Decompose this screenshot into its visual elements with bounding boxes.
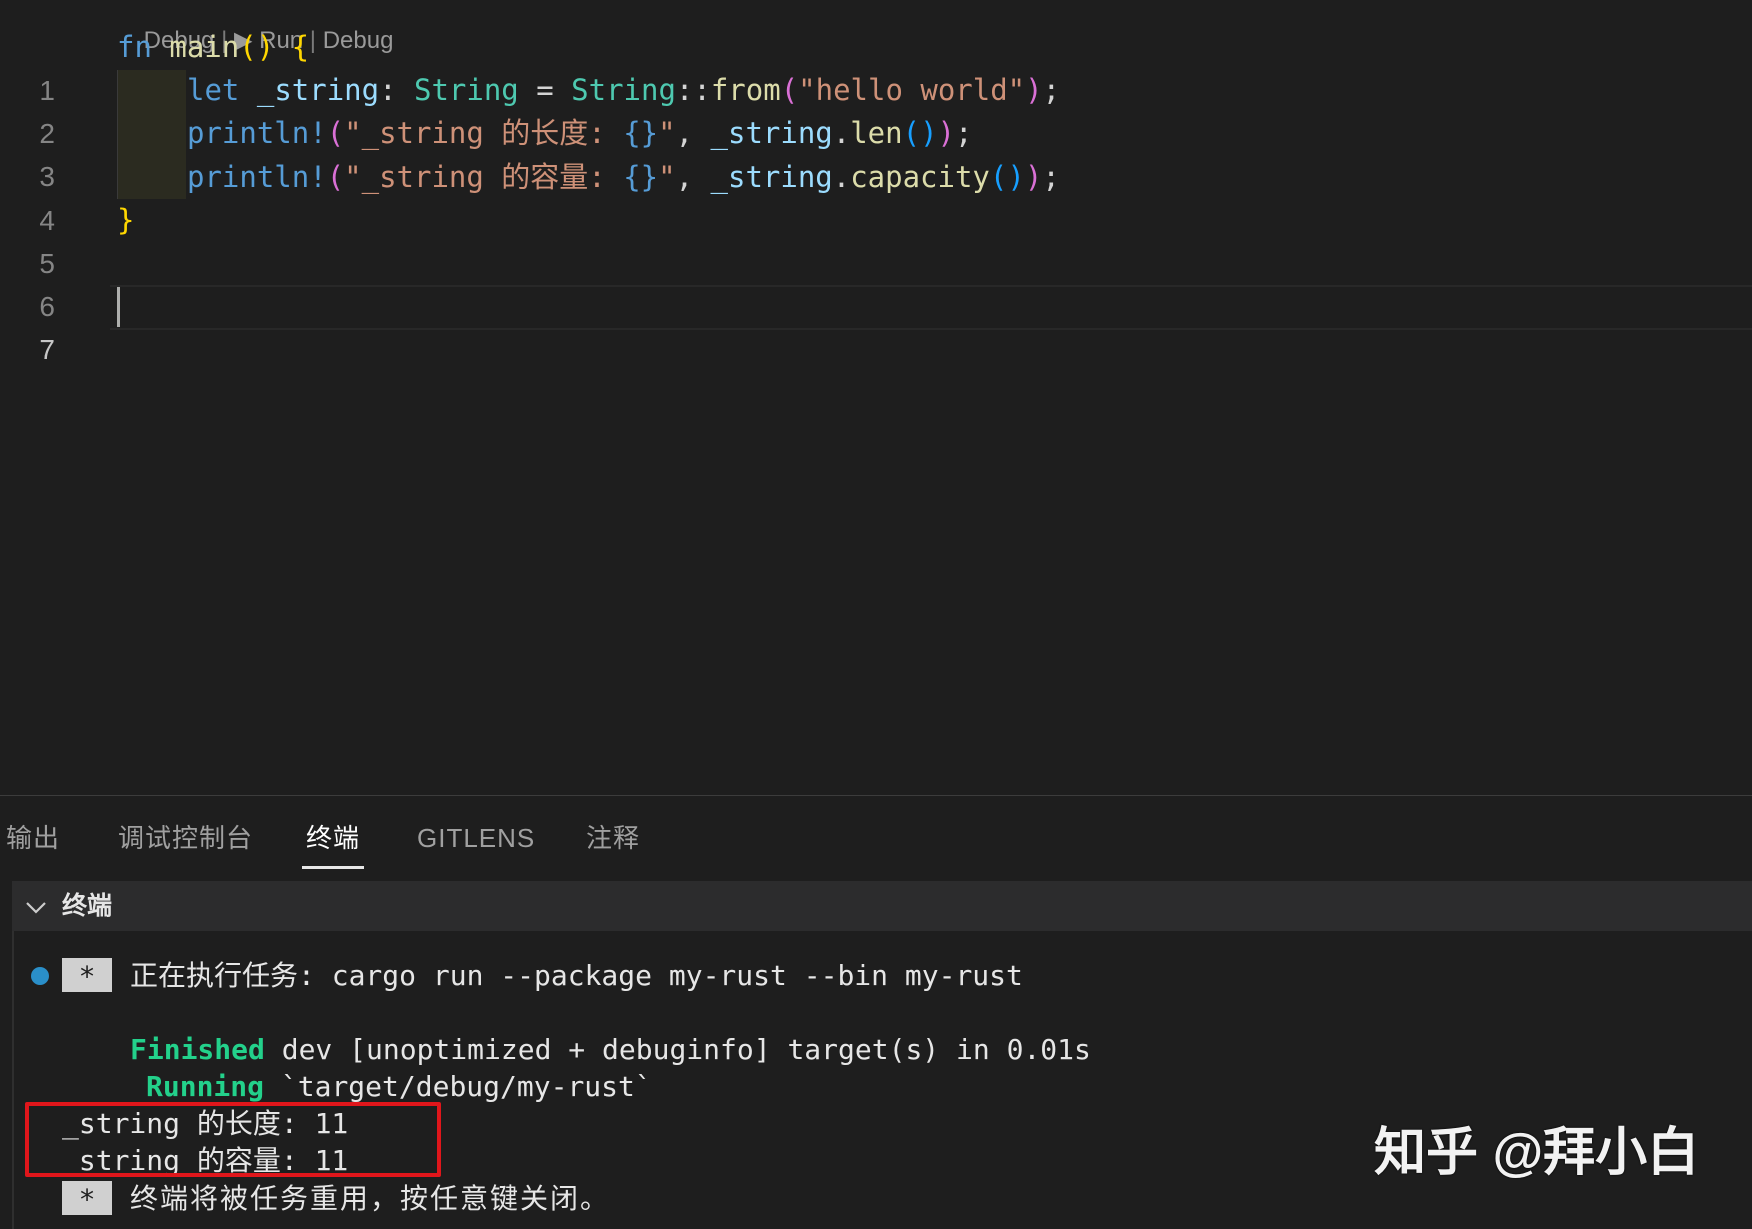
variable-token: _string: [256, 73, 380, 107]
terminal-task-line: 正在执行任务: cargo run --package my-rust --bi…: [130, 958, 1023, 994]
code-line-6[interactable]: 6: [0, 242, 1752, 322]
string-token: "_string 的容量:: [344, 160, 624, 194]
watermark-text: 知乎 @拜小白: [1374, 1124, 1700, 1182]
macro-token: println!: [187, 160, 327, 194]
bracket-token: ): [1025, 73, 1043, 107]
task-star-badge: *: [62, 958, 112, 993]
punct-token: ;: [1042, 160, 1060, 194]
code-line-2[interactable]: 2 let _string: String = String::from("he…: [0, 69, 1752, 149]
code-text[interactable]: }: [117, 199, 134, 242]
terminal-reuse-line: 终端将被任务重用，按任意键关闭。: [130, 1182, 611, 1215]
punct-token: ;: [955, 116, 973, 150]
bracket-token: (: [902, 116, 921, 150]
code-line-4[interactable]: 4 println!("_string 的容量: {}", _string.ca…: [0, 156, 1752, 236]
variable-token: _string: [710, 160, 833, 194]
macro-token: println!: [187, 116, 327, 150]
panel-tabs: 输出 调试控制台 终端 GITLENS 注释: [0, 796, 1752, 881]
string-token: ": [658, 160, 676, 194]
code-editor[interactable]: Debug | ▶ Run | Debug 1 fn main() { 2 le…: [0, 0, 1752, 795]
function-token: capacity: [850, 160, 990, 194]
format-token: {}: [623, 116, 659, 150]
bracket-token: }: [117, 203, 135, 237]
reuse-star-badge: *: [62, 1181, 112, 1216]
punct-token: ,: [675, 116, 711, 150]
code-line-7[interactable]: 7: [0, 285, 1752, 365]
terminal-section-title: 终端: [62, 892, 113, 920]
punct-token: :: [379, 73, 414, 107]
string-token: "_string 的长度:: [344, 116, 624, 150]
string-token: "hello world": [798, 73, 1026, 107]
tab-output[interactable]: 输出: [6, 818, 60, 858]
punct-token: =: [518, 73, 572, 107]
running-text: `target/debug/my-rust`: [264, 1070, 652, 1103]
codelens-bar: Debug | ▶ Run | Debug: [117, 0, 394, 54]
text-cursor: [117, 287, 120, 327]
tab-debug-console[interactable]: 调试控制台: [118, 818, 253, 858]
type-token: String: [414, 73, 519, 107]
terminal-section-header[interactable]: 终端: [12, 881, 1752, 931]
code-text[interactable]: println!("_string 的容量: {}", _string.capa…: [187, 156, 1060, 199]
type-token: String: [571, 73, 676, 107]
task-status-dot-icon: [31, 967, 49, 985]
bracket-token: (: [780, 73, 799, 107]
line-number: 7: [39, 334, 55, 365]
tab-comments[interactable]: 注释: [586, 818, 640, 858]
bracket-token: (: [326, 116, 345, 150]
bracket-token: (: [326, 160, 345, 194]
finished-text: dev [unoptimized + debuginfo] target(s) …: [264, 1033, 1091, 1066]
bracket-token: ): [937, 116, 956, 150]
task-line-text: 正在执行任务: cargo run --package my-rust --bi…: [130, 959, 1023, 992]
bracket-token: (: [239, 30, 257, 64]
code-text[interactable]: fn main() {: [117, 26, 309, 69]
running-keyword: Running: [146, 1070, 265, 1103]
format-token: {}: [623, 160, 659, 194]
tab-gitlens[interactable]: GITLENS: [417, 818, 535, 858]
punct-token: ;: [1042, 73, 1061, 107]
code-text[interactable]: let _string: String = String::from("hell…: [187, 69, 1060, 112]
punct-token: ,: [675, 160, 711, 194]
active-tab-indicator: [302, 866, 364, 869]
bracket-token: (: [989, 160, 1008, 194]
keyword-token: let: [187, 73, 240, 107]
bracket-token: ): [920, 116, 938, 150]
function-token: main: [169, 30, 240, 64]
bracket-token: ): [1024, 160, 1043, 194]
code-line-1[interactable]: 1 fn main() {: [0, 26, 1752, 106]
chevron-down-icon[interactable]: [24, 881, 48, 931]
terminal-finished-line: Finished dev [unoptimized + debuginfo] t…: [130, 1032, 1091, 1068]
terminal-gutter: [12, 931, 14, 1229]
terminal-running-line: Running `target/debug/my-rust`: [146, 1069, 652, 1105]
punct-token: ::: [675, 73, 711, 107]
bracket-token: ): [256, 30, 275, 64]
code-line-5[interactable]: 5 }: [0, 199, 1752, 279]
tab-terminal[interactable]: 终端: [306, 818, 360, 858]
code-text[interactable]: println!("_string 的长度: {}", _string.len(…: [187, 112, 972, 155]
function-token: len: [850, 116, 903, 150]
code-line-3[interactable]: 3 println!("_string 的长度: {}", _string.le…: [0, 112, 1752, 192]
finished-keyword: Finished: [130, 1033, 265, 1066]
bracket-token: ): [1007, 160, 1025, 194]
keyword-token: fn: [117, 30, 152, 64]
string-token: ": [658, 116, 676, 150]
punct-token: .: [832, 160, 851, 194]
punct-token: .: [832, 116, 851, 150]
variable-token: _string: [710, 116, 833, 150]
highlight-annotation-box: [25, 1102, 441, 1177]
function-token: from: [710, 73, 781, 107]
bracket-token: {: [291, 30, 310, 64]
